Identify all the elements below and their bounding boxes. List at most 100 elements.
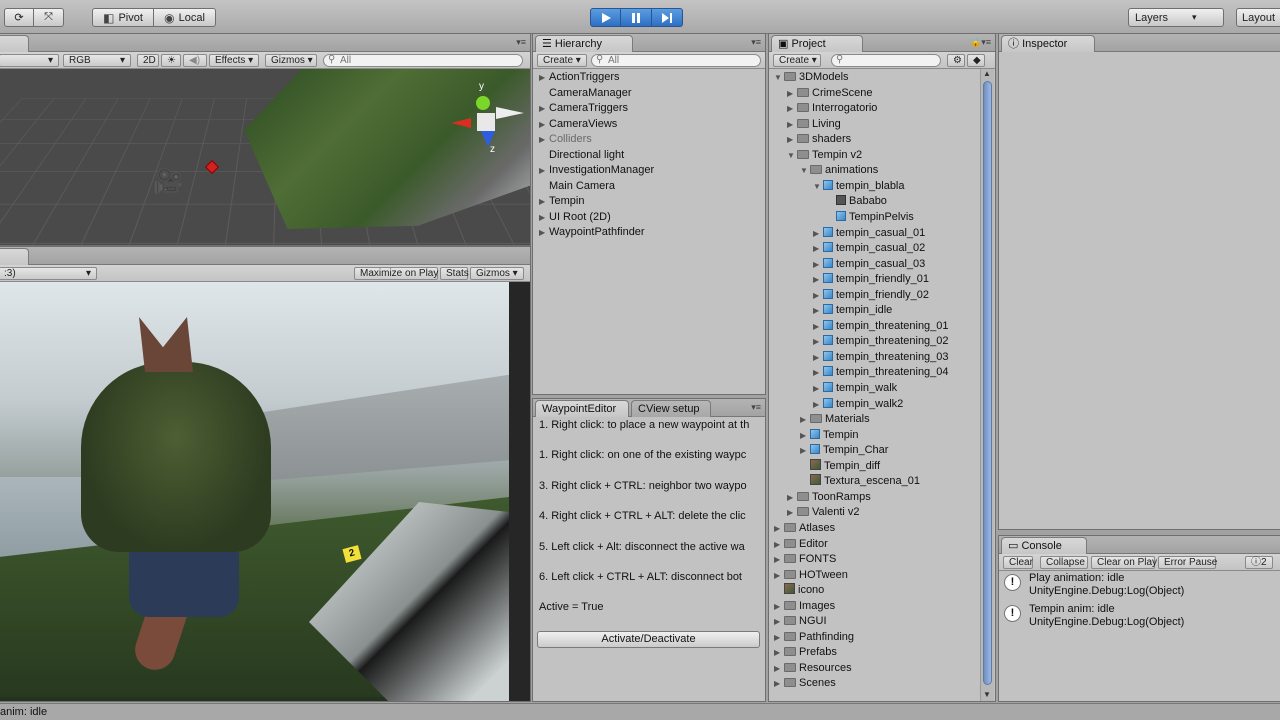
console-collapse-button[interactable]: Collapse [1040, 556, 1088, 569]
panel-menu-icon[interactable]: ▾≡ [516, 37, 526, 48]
project-item[interactable]: ▶ tempin_idle [813, 303, 892, 319]
project-create-button[interactable]: Create ▾ [773, 54, 821, 67]
activate-deactivate-button[interactable]: Activate/Deactivate [537, 631, 760, 648]
expand-arrow-icon[interactable]: ▶ [813, 319, 823, 334]
project-item[interactable]: icono [774, 583, 824, 599]
filter-by-label-button[interactable]: ◆ [967, 54, 985, 67]
tab-game[interactable] [0, 248, 29, 265]
tab-waypoint-editor[interactable]: WaypointEditor [535, 400, 629, 417]
project-item[interactable]: Bababo [826, 194, 887, 210]
project-item[interactable]: ▼ 3DModels [774, 70, 849, 86]
hierarchy-menu-icon[interactable]: ▾≡ [751, 37, 761, 48]
audio-toggle[interactable]: ◀) [183, 54, 207, 67]
scene-search-input[interactable] [340, 55, 522, 66]
hierarchy-create-button[interactable]: Create ▾ [537, 54, 587, 67]
layers-dropdown[interactable]: Layers [1128, 8, 1224, 27]
lighting-toggle[interactable]: ☀ [161, 54, 181, 67]
expand-arrow-icon[interactable]: ▶ [774, 676, 784, 691]
collapse-arrow-icon[interactable]: ▼ [800, 163, 810, 178]
expand-arrow-icon[interactable]: ▶ [774, 630, 784, 645]
tab-cview-setup[interactable]: CView setup [631, 400, 711, 417]
project-search[interactable] [831, 54, 941, 67]
project-item[interactable]: ▶ tempin_threatening_04 [813, 365, 949, 381]
expand-arrow-icon[interactable]: ▶ [787, 117, 797, 132]
console-log-entry[interactable]: Play animation: idle UnityEngine.Debug:Lo… [1029, 572, 1184, 598]
expand-arrow-icon[interactable]: ▶ [813, 272, 823, 287]
collapse-arrow-icon[interactable]: ▼ [774, 70, 784, 85]
layout-dropdown[interactable]: Layout [1236, 8, 1280, 27]
project-item[interactable]: ▶ Editor [774, 537, 828, 553]
project-item[interactable]: ▶ ToonRamps [787, 490, 871, 506]
expand-arrow-icon[interactable]: ▶ [539, 210, 549, 225]
error-pause-button[interactable]: Error Pause [1158, 556, 1217, 569]
expand-arrow-icon[interactable]: ▶ [813, 365, 823, 380]
expand-arrow-icon[interactable]: ▶ [774, 521, 784, 536]
maximize-on-play-toggle[interactable]: Maximize on Play [354, 267, 438, 280]
expand-arrow-icon[interactable]: ▶ [774, 645, 784, 660]
tab-project[interactable]: ▣ Project [771, 35, 863, 52]
collapse-arrow-icon[interactable]: ▼ [787, 148, 797, 163]
axis-gizmo-y[interactable] [476, 96, 490, 110]
project-item[interactable]: ▶ CrimeScene [787, 86, 873, 102]
expand-arrow-icon[interactable]: ▶ [813, 334, 823, 349]
expand-arrow-icon[interactable]: ▶ [774, 614, 784, 629]
2d-toggle[interactable]: 2D [137, 54, 159, 67]
project-item[interactable]: ▶ tempin_threatening_01 [813, 319, 949, 335]
project-item[interactable]: ▶ Tempin [800, 428, 858, 444]
project-item[interactable]: ▶ Interrogatorio [787, 101, 877, 117]
console-clear-button[interactable]: Clear [1003, 556, 1033, 569]
step-button[interactable] [652, 8, 683, 27]
effects-dropdown[interactable]: Effects ▾ [209, 54, 259, 67]
aspect-dropdown[interactable]: :3) ▾ [0, 267, 97, 280]
expand-arrow-icon[interactable]: ▶ [539, 101, 549, 116]
expand-arrow-icon[interactable]: ▶ [787, 101, 797, 116]
rotate-tool-button[interactable]: ⟳ [4, 8, 34, 27]
hierarchy-item[interactable]: ▶ InvestigationManager [539, 163, 654, 179]
hierarchy-item[interactable]: ▶ ActionTriggers [539, 70, 620, 86]
expand-arrow-icon[interactable]: ▶ [813, 303, 823, 318]
axis-gizmo-center[interactable] [477, 113, 495, 131]
project-item[interactable]: ▶ HOTween [774, 568, 848, 584]
expand-arrow-icon[interactable]: ▶ [800, 443, 810, 458]
project-item[interactable]: ▶ Scenes [774, 676, 836, 692]
waypoint-menu-icon[interactable]: ▾≡ [751, 402, 761, 413]
hierarchy-search-input[interactable] [608, 55, 760, 66]
hierarchy-item[interactable]: ▶ WaypointPathfinder [539, 225, 645, 241]
project-item[interactable]: ▶ Resources [774, 661, 852, 677]
project-item[interactable]: ▼ animations [800, 163, 878, 179]
play-button[interactable] [590, 8, 621, 27]
scroll-up-icon[interactable]: ▲ [983, 69, 991, 78]
expand-arrow-icon[interactable]: ▶ [813, 350, 823, 365]
expand-arrow-icon[interactable]: ▶ [813, 397, 823, 412]
project-item[interactable]: ▼ Tempin v2 [787, 148, 862, 164]
collapse-arrow-icon[interactable]: ▼ [813, 179, 823, 194]
project-item[interactable]: ▶ Atlases [774, 521, 835, 537]
project-scroll-thumb[interactable] [983, 81, 992, 685]
tab-inspector[interactable]: ⓘ Inspector [1001, 35, 1095, 52]
filter-by-type-button[interactable]: ⚙ [947, 54, 965, 67]
expand-arrow-icon[interactable]: ▶ [787, 86, 797, 101]
expand-arrow-icon[interactable]: ▶ [774, 568, 784, 583]
expand-arrow-icon[interactable]: ▶ [539, 194, 549, 209]
project-item[interactable]: ▶ tempin_threatening_02 [813, 334, 949, 350]
expand-arrow-icon[interactable]: ▶ [813, 381, 823, 396]
project-item[interactable]: ▶ tempin_casual_03 [813, 257, 925, 273]
tab-hierarchy[interactable]: ☰ Hierarchy [535, 35, 633, 52]
expand-arrow-icon[interactable]: ▶ [539, 163, 549, 178]
project-item[interactable]: ▶ tempin_friendly_02 [813, 288, 929, 304]
hierarchy-item[interactable]: ▶ CameraViews [539, 117, 617, 133]
clear-on-play-button[interactable]: Clear on Play [1091, 556, 1157, 569]
project-item[interactable]: ▶ FONTS [774, 552, 836, 568]
hierarchy-item[interactable]: CameraManager [539, 86, 632, 102]
expand-arrow-icon[interactable]: ▶ [539, 117, 549, 132]
scroll-down-icon[interactable]: ▼ [983, 690, 991, 699]
scene-search[interactable] [323, 54, 523, 67]
project-item[interactable]: ▶ Prefabs [774, 645, 837, 661]
scale-tool-button[interactable]: ⤧ [34, 8, 64, 27]
tab-console[interactable]: ▭ Console [1001, 537, 1087, 554]
project-item[interactable]: ▶ tempin_casual_02 [813, 241, 925, 257]
hierarchy-item[interactable]: ▶ UI Root (2D) [539, 210, 611, 226]
project-lock-icon[interactable]: 🔒▾≡ [970, 37, 991, 48]
project-item[interactable]: ▶ NGUI [774, 614, 827, 630]
project-item[interactable]: Tempin_diff [800, 458, 880, 475]
